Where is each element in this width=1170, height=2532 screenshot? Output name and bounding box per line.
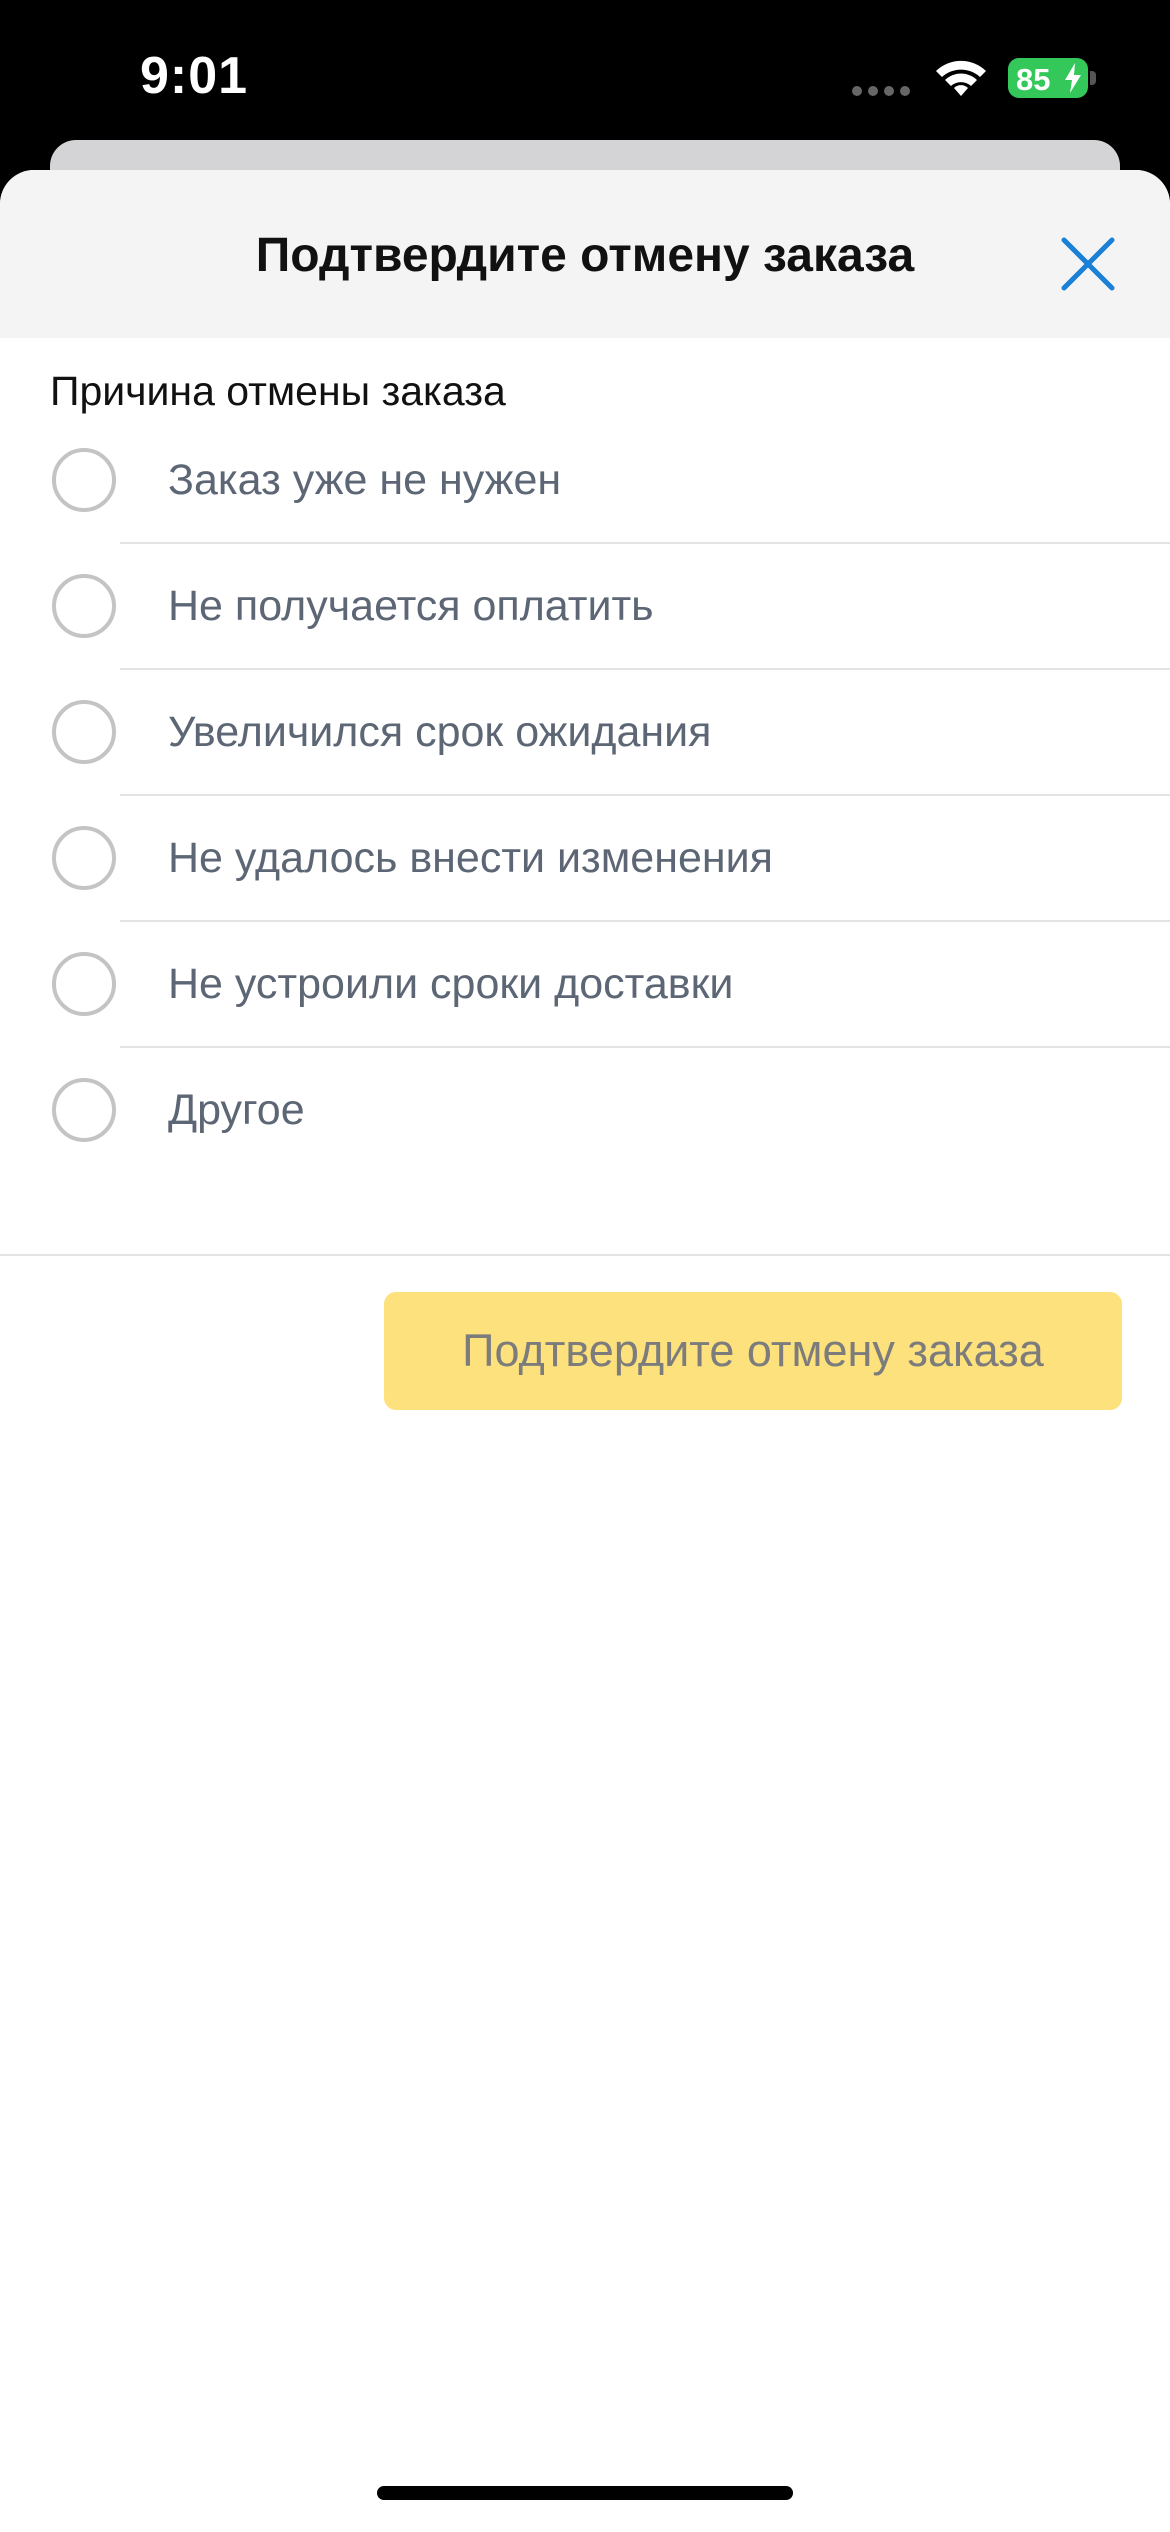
radio-button[interactable] [52,448,116,512]
option-label: Не удалось внести изменения [168,834,773,882]
confirm-cancel-label: Подтвердите отмену заказа [462,1325,1044,1376]
option-label: Заказ уже не нужен [168,456,562,504]
option-label: Другое [168,1086,305,1134]
close-icon [1061,237,1115,291]
reason-option-cannot-pay[interactable]: Не получается оплатить [0,544,1170,670]
sheet-header: Подтвердите отмену заказа [0,170,1170,338]
bolt-icon [1065,63,1081,93]
reason-option-delivery-dates[interactable]: Не устроили сроки доставки [0,922,1170,1048]
wifi-icon [936,60,986,96]
radio-button[interactable] [52,700,116,764]
radio-button[interactable] [52,952,116,1016]
cancel-order-sheet: Подтвердите отмену заказа Причина отмены… [0,170,1170,2532]
reason-option-changes-failed[interactable]: Не удалось внести изменения [0,796,1170,922]
reason-options-list: Заказ уже не нужен Не получается оплатит… [0,418,1170,1174]
reason-option-other[interactable]: Другое [0,1048,1170,1174]
radio-button[interactable] [52,826,116,890]
sheet-title: Подтвердите отмену заказа [255,229,915,282]
close-button[interactable] [1050,226,1126,302]
option-label: Не устроили сроки доставки [168,960,734,1008]
signal-icon [852,86,910,96]
option-label: Не получается оплатить [168,582,654,630]
battery-level: 85 [1016,62,1051,97]
battery-charging-icon: 85 [1008,58,1088,98]
radio-button[interactable] [52,1078,116,1142]
status-bar: 9:01 85 [0,0,1170,140]
home-indicator[interactable] [377,2486,793,2500]
option-label: Увеличился срок ожидания [168,708,712,756]
confirm-cancel-button[interactable]: Подтвердите отмену заказа [384,1292,1122,1410]
reason-option-wait-increased[interactable]: Увеличился срок ожидания [0,670,1170,796]
footer-divider [0,1254,1170,1256]
battery-cap [1090,71,1096,85]
reason-option-not-needed[interactable]: Заказ уже не нужен [0,418,1170,544]
radio-button[interactable] [52,574,116,638]
status-time: 9:01 [140,47,249,105]
reason-label: Причина отмены заказа [50,368,506,414]
